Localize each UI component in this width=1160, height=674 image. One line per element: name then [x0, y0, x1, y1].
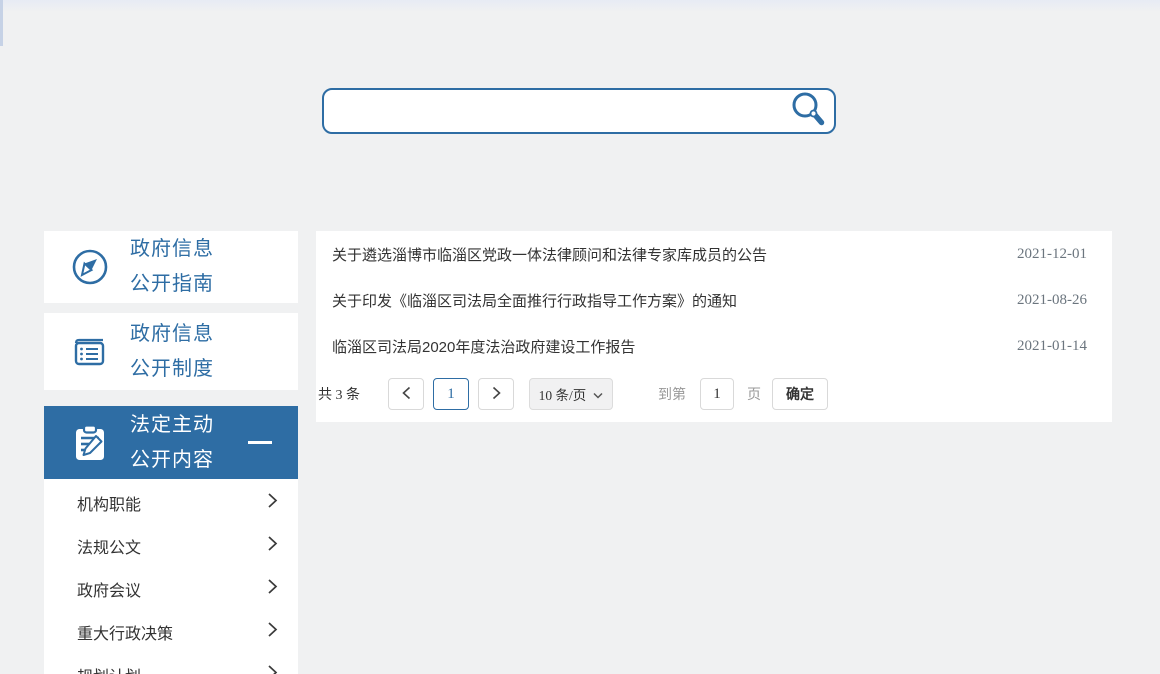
- confirm-button[interactable]: 确定: [772, 378, 828, 410]
- chevron-left-icon: [401, 386, 411, 403]
- page-size-label: 10 条/页: [538, 388, 587, 403]
- goto-page-group: 到第 页 确定: [658, 378, 828, 410]
- sidebar: 政府信息 公开指南 政府信息 公开制度 法定主动 公开内容 机构职能 法规公文 …: [44, 231, 298, 674]
- next-page-button[interactable]: [478, 378, 514, 410]
- sidebar-group-label: 政府信息 公开制度: [130, 322, 214, 380]
- top-gradient: [0, 0, 1160, 12]
- sidebar-group-label: 政府信息 公开指南: [130, 238, 214, 295]
- sidebar-submenu: 机构职能 法规公文 政府会议 重大行政决策 规划计划: [44, 479, 298, 674]
- page-number-button[interactable]: 1: [433, 378, 469, 410]
- submenu-label: 政府会议: [77, 582, 142, 600]
- article-row: 临淄区司法局2020年度法治政府建设工作报告 2021-01-14: [316, 323, 1112, 369]
- sidebar-item-regulations[interactable]: 法规公文: [44, 524, 298, 567]
- sidebar-group-statutory-disclosure[interactable]: 法定主动 公开内容: [44, 406, 298, 479]
- article-list-panel: 关于遴选淄博市临淄区党政一体法律顾问和法律专家库成员的公告 2021-12-01…: [316, 231, 1112, 422]
- sidebar-group-disclosure-guide[interactable]: 政府信息 公开指南: [44, 231, 298, 303]
- article-date: 2021-08-26: [1017, 291, 1087, 308]
- chevron-right-icon: [267, 535, 278, 557]
- article-link[interactable]: 临淄区司法局2020年度法治政府建设工作报告: [332, 336, 997, 357]
- article-row: 关于印发《临淄区司法局全面推行行政指导工作方案》的通知 2021-08-26: [316, 277, 1112, 323]
- search-input[interactable]: [324, 90, 782, 132]
- search-button[interactable]: [782, 90, 834, 132]
- chevron-right-icon: [267, 621, 278, 643]
- sidebar-item-organization[interactable]: 机构职能: [44, 481, 298, 524]
- goto-page-input[interactable]: [700, 378, 734, 410]
- document-list-icon: [70, 332, 110, 372]
- page-size-select[interactable]: 10 条/页: [529, 378, 613, 410]
- article-link[interactable]: 关于遴选淄博市临淄区党政一体法律顾问和法律专家库成员的公告: [332, 244, 997, 265]
- sidebar-item-major-decisions[interactable]: 重大行政决策: [44, 610, 298, 653]
- chevron-right-icon: [267, 492, 278, 514]
- goto-prefix-label: 到第: [658, 386, 686, 402]
- compass-icon: [70, 247, 110, 287]
- chevron-right-icon: [492, 386, 501, 403]
- chevron-right-icon: [267, 664, 278, 674]
- submenu-label: 重大行政决策: [77, 625, 174, 643]
- collapse-minus-icon: [248, 441, 272, 444]
- goto-suffix-label: 页: [747, 386, 761, 402]
- article-date: 2021-12-01: [1017, 245, 1087, 262]
- clipboard-pencil-icon: [70, 423, 110, 463]
- submenu-label: 法规公文: [77, 539, 142, 557]
- submenu-label: 机构职能: [77, 496, 142, 514]
- chevron-down-icon: [593, 387, 603, 402]
- submenu-label: 规划计划: [77, 663, 141, 674]
- article-row: 关于遴选淄博市临淄区党政一体法律顾问和法律专家库成员的公告 2021-12-01: [316, 231, 1112, 277]
- search-bar: [322, 88, 836, 134]
- left-edge-decoration: [0, 0, 3, 46]
- prev-page-button[interactable]: [388, 378, 424, 410]
- sidebar-group-disclosure-rules[interactable]: 政府信息 公开制度: [44, 313, 298, 390]
- sidebar-group-label: 法定主动 公开内容: [130, 413, 214, 471]
- sidebar-item-plans[interactable]: 规划计划: [44, 653, 298, 674]
- pagination-bar: 共 3 条 1 10 条/页 到第 页 确定: [316, 371, 1112, 417]
- total-count-label: 共 3 条: [318, 388, 360, 403]
- chevron-right-icon: [267, 578, 278, 600]
- article-link[interactable]: 关于印发《临淄区司法局全面推行行政指导工作方案》的通知: [332, 290, 997, 311]
- sidebar-item-meetings[interactable]: 政府会议: [44, 567, 298, 610]
- search-icon: [789, 91, 827, 132]
- article-date: 2021-01-14: [1017, 337, 1087, 354]
